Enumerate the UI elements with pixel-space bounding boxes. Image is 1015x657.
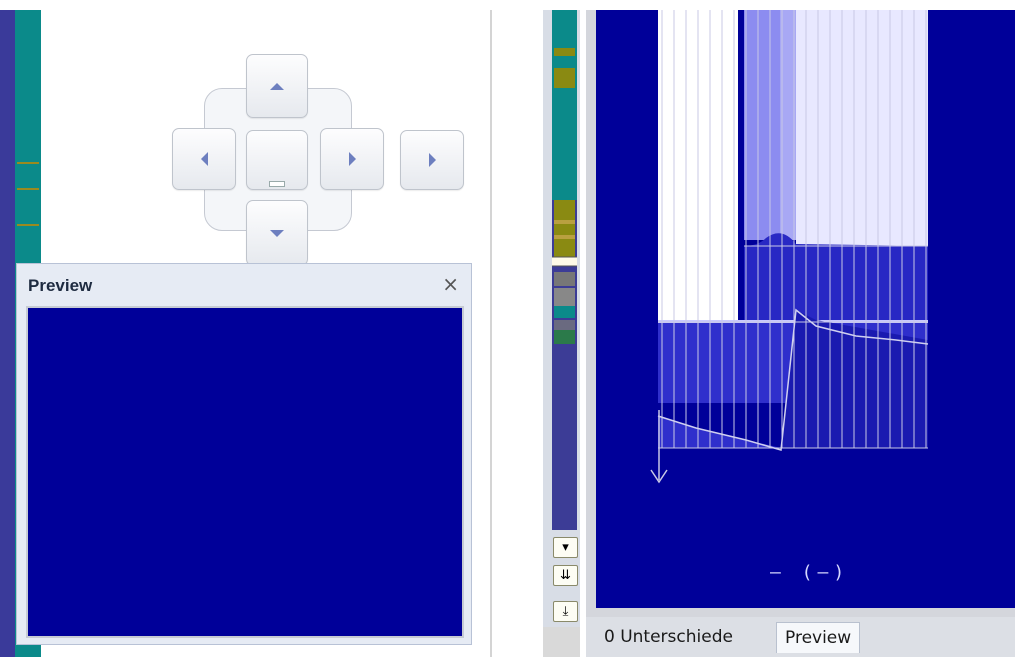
- left-marker: [17, 224, 39, 226]
- dock-down-button[interactable]: [246, 200, 308, 266]
- close-icon[interactable]: ×: [442, 272, 459, 296]
- diff-canvas[interactable]: – (–): [596, 10, 1015, 608]
- dock-right-button[interactable]: [320, 128, 384, 190]
- arrow-right-icon: [428, 153, 436, 167]
- tab-preview[interactable]: Preview: [776, 622, 861, 653]
- left-marker: [17, 162, 39, 164]
- last-difference-button[interactable]: ⤓: [553, 601, 578, 622]
- pane-splitter[interactable]: [490, 10, 492, 657]
- overview-markers: [549, 10, 580, 344]
- diff-graph: [650, 10, 929, 484]
- next-difference-button[interactable]: ▾: [553, 537, 578, 558]
- location-overview[interactable]: [549, 10, 580, 530]
- next-page-button[interactable]: ⇊: [553, 565, 578, 586]
- dock-left-button[interactable]: [172, 128, 236, 190]
- arrow-left-icon: [200, 152, 208, 166]
- left-marker: [17, 188, 39, 190]
- dock-up-button[interactable]: [246, 54, 308, 118]
- arrow-up-icon: [270, 82, 284, 90]
- left-edge-strip: [0, 10, 15, 657]
- overview-footer: [543, 627, 580, 657]
- diff-center-label: – (–): [770, 562, 850, 583]
- tab-dock-icon: [269, 181, 285, 187]
- arrow-down-icon: [270, 229, 284, 237]
- arrow-right-icon: [348, 152, 356, 166]
- preview-panel: Preview ×: [16, 263, 472, 645]
- dock-right-outer-button[interactable]: [400, 130, 464, 190]
- tab-differences[interactable]: 0 Unterschiede: [604, 622, 733, 652]
- dock-center-button[interactable]: [246, 130, 308, 190]
- preview-title: Preview: [28, 276, 93, 295]
- preview-canvas: [26, 306, 464, 638]
